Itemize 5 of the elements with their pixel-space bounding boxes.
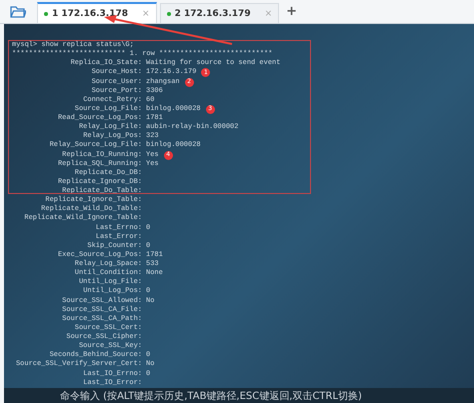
tab[interactable]: 2 172.16.3.179 × [160,3,280,23]
command-input[interactable]: 命令输入 (按ALT键提示历史,TAB键路径,ESC键返回,双击CTRL切换) [4,388,474,403]
folder-icon[interactable] [10,6,26,18]
new-tab-button[interactable]: + [286,4,298,19]
tab[interactable]: 1 172.16.3.178 × [37,2,157,23]
